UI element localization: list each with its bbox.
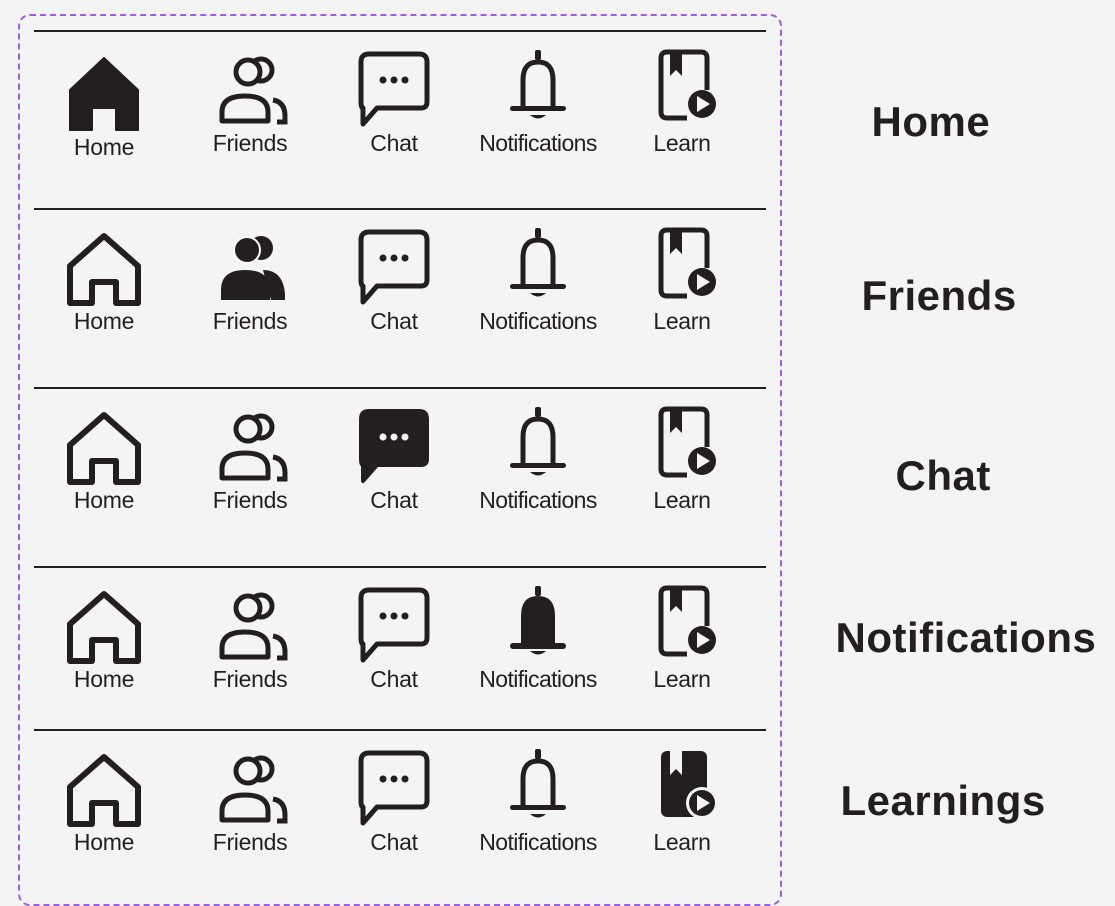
nav-item-label: Home <box>73 666 135 692</box>
nav-item-home[interactable]: Home <box>29 387 179 537</box>
learn-icon <box>661 751 718 819</box>
home-icon <box>67 233 141 306</box>
bell-icon <box>510 586 566 655</box>
nav-item-chat[interactable]: Chat <box>319 208 469 358</box>
nav-item-label: Notifications <box>479 829 597 855</box>
nav-item-label: Chat <box>370 666 418 692</box>
home-icon <box>69 57 139 131</box>
nav-item-notifications[interactable]: Notifications <box>463 30 613 180</box>
nav-item-friends[interactable]: Friends <box>175 387 325 537</box>
nav-item-learn[interactable]: Learn <box>607 208 757 358</box>
state-title-friends: Friends <box>861 272 1017 319</box>
chat-icon <box>358 587 430 663</box>
nav-item-chat[interactable]: Chat <box>319 729 469 879</box>
nav-item-learn[interactable]: Learn <box>607 729 757 879</box>
nav-item-label: Friends <box>212 829 288 855</box>
nav-item-label: Home <box>73 134 135 160</box>
nav-item-label: Friends <box>212 666 288 692</box>
home-icon <box>67 591 141 664</box>
bell-icon <box>510 407 566 476</box>
nav-row-notifications: Home Friends Chat Notifications Learn <box>34 566 766 716</box>
learn-icon <box>658 406 716 478</box>
home-icon <box>67 412 141 485</box>
state-title-home: Home <box>871 98 991 145</box>
chat-icon <box>358 229 430 305</box>
nav-item-label: Notifications <box>479 130 597 156</box>
chat-icon <box>358 51 430 127</box>
nav-item-label: Notifications <box>479 487 597 513</box>
nav-row-learnings: Home Friends Chat Notifications Learn <box>34 729 766 879</box>
friends-icon <box>219 592 288 661</box>
nav-item-label: Notifications <box>479 666 597 692</box>
state-title-chat: Chat <box>895 452 991 499</box>
nav-item-label: Chat <box>370 487 418 513</box>
nav-item-label: Learn <box>653 666 711 692</box>
bell-icon <box>510 749 566 818</box>
bell-icon <box>510 50 566 119</box>
nav-item-chat[interactable]: Chat <box>319 387 469 537</box>
nav-item-learn[interactable]: Learn <box>607 387 757 537</box>
nav-item-chat[interactable]: Chat <box>319 566 469 716</box>
nav-item-label: Friends <box>212 130 288 156</box>
nav-item-label: Chat <box>370 308 418 334</box>
nav-item-notifications[interactable]: Notifications <box>463 208 613 358</box>
nav-item-label: Learn <box>653 308 711 334</box>
learn-icon <box>658 585 716 657</box>
learn-icon <box>658 49 716 121</box>
nav-row-chat: Home Friends Chat Notifications Learn <box>34 387 766 537</box>
friends-icon <box>219 413 288 482</box>
state-title-learnings: Learnings <box>840 777 1046 824</box>
chat-icon <box>358 750 430 826</box>
nav-row-home: Home Friends Chat Notifications Learn <box>34 30 766 180</box>
nav-item-home[interactable]: Home <box>29 729 179 879</box>
chat-icon <box>359 409 429 483</box>
nav-item-home[interactable]: Home <box>29 30 179 180</box>
nav-item-label: Home <box>73 829 135 855</box>
learn-icon <box>658 227 716 299</box>
nav-item-learn[interactable]: Learn <box>607 566 757 716</box>
nav-item-label: Learn <box>653 829 711 855</box>
friends-icon <box>219 755 288 824</box>
nav-item-friends[interactable]: Friends <box>175 208 325 358</box>
nav-item-friends[interactable]: Friends <box>175 566 325 716</box>
nav-item-learn[interactable]: Learn <box>607 30 757 180</box>
nav-states: Home Friends Chat Notifications Learn Hom… <box>34 0 766 904</box>
nav-item-friends[interactable]: Friends <box>175 729 325 879</box>
nav-item-label: Friends <box>212 308 288 334</box>
nav-item-notifications[interactable]: Notifications <box>463 387 613 537</box>
nav-item-label: Learn <box>653 130 711 156</box>
state-title-notifications: Notifications <box>835 614 1097 661</box>
nav-item-label: Home <box>73 308 135 334</box>
nav-item-label: Notifications <box>479 308 597 334</box>
nav-item-home[interactable]: Home <box>29 208 179 358</box>
nav-item-label: Home <box>73 487 135 513</box>
nav-item-label: Learn <box>653 487 711 513</box>
friends-icon <box>219 56 288 125</box>
nav-item-notifications[interactable]: Notifications <box>463 566 613 716</box>
home-icon <box>67 754 141 827</box>
nav-item-chat[interactable]: Chat <box>319 30 469 180</box>
nav-item-label: Chat <box>370 130 418 156</box>
nav-item-label: Friends <box>212 487 288 513</box>
nav-row-friends: Home Friends Chat Notifications Learn <box>34 208 766 358</box>
nav-item-notifications[interactable]: Notifications <box>463 729 613 879</box>
bell-icon <box>510 228 566 297</box>
nav-item-home[interactable]: Home <box>29 566 179 716</box>
nav-item-friends[interactable]: Friends <box>175 30 325 180</box>
friends-icon <box>221 236 285 300</box>
nav-item-label: Chat <box>370 829 418 855</box>
